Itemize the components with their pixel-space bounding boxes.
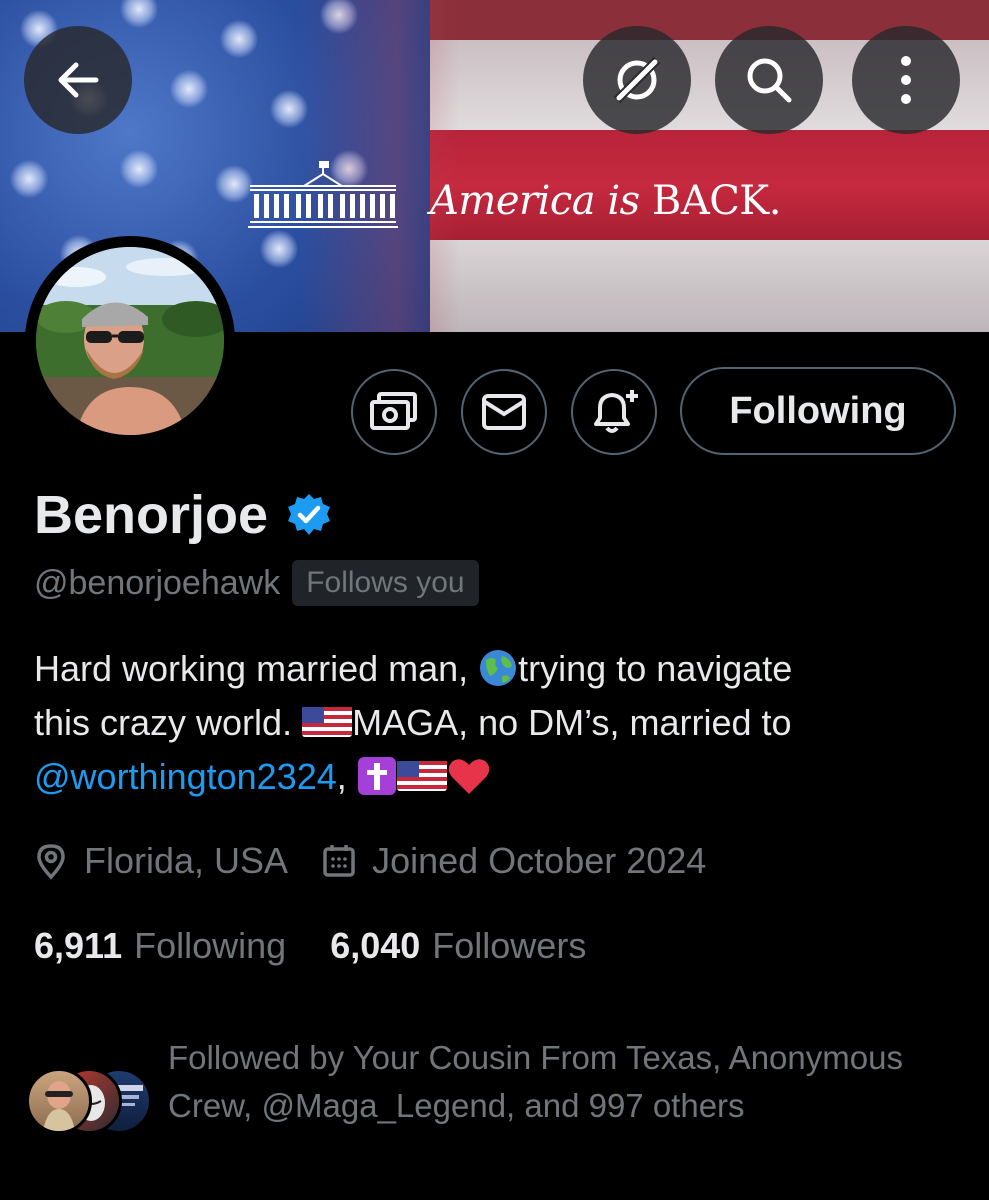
arrow-left-icon [58,62,99,98]
grok-button[interactable] [583,26,691,134]
subscribe-button[interactable] [351,369,437,455]
envelope-icon [482,394,526,430]
search-icon [747,58,792,103]
banner-slogan: America is BACK. [430,178,781,224]
profile-avatar[interactable] [25,236,235,446]
avatar [26,1068,92,1134]
red-heart-emoji-icon [448,759,490,795]
profile-bio: Hard working married man, trying to navi… [34,648,793,797]
display-name: Benorjoe [34,485,269,545]
joined-text: Joined October 2024 [372,840,707,881]
follows-you-badge: Follows you [292,560,479,606]
white-house-icon [248,161,398,228]
profile-meta-row: Florida, USA Joined October 2024 [34,840,706,882]
location-pin-icon [37,844,65,880]
bio-mention-link[interactable]: @worthington2324 [34,756,337,797]
calendar-icon [323,845,355,877]
following-count: 6,911 [34,925,123,966]
location-text: Florida, USA [84,840,289,881]
location-item: Florida, USA [34,840,288,882]
us-flag-emoji-icon [302,707,353,738]
avatar-photo [36,247,224,435]
handle-row: @benorjoehawk Follows you [34,560,479,606]
followers-count: 6,040 [330,925,421,966]
following-button[interactable]: Following [680,367,956,455]
us-flag-emoji-icon [396,761,447,792]
follow-stats: 6,911 Following 6,040 Followers [34,925,586,967]
back-button[interactable] [24,26,132,134]
message-button[interactable] [461,369,547,455]
money-icon [370,392,417,430]
more-button[interactable] [852,26,960,134]
followers-stat[interactable]: 6,040 Followers [330,925,586,967]
profile-name-row: Benorjoe [34,484,332,546]
search-button[interactable] [715,26,823,134]
followers-label: Followers [432,925,587,966]
following-label: Following [134,925,287,966]
globe-emoji-icon [480,650,517,687]
username-handle: @benorjoehawk [34,563,281,602]
following-stat[interactable]: 6,911 Following [34,925,286,967]
verified-badge-icon[interactable] [286,492,332,538]
bell-plus-icon [594,390,638,433]
notifications-button[interactable] [571,369,657,455]
more-vertical-icon [901,56,911,104]
latin-cross-emoji-icon [357,757,396,796]
followed-by-text[interactable]: Followed by Your Cousin From Texas, Anon… [168,1034,948,1130]
grok-icon [613,56,661,104]
followed-by-avatars[interactable] [26,1068,156,1134]
joined-item: Joined October 2024 [322,840,706,882]
